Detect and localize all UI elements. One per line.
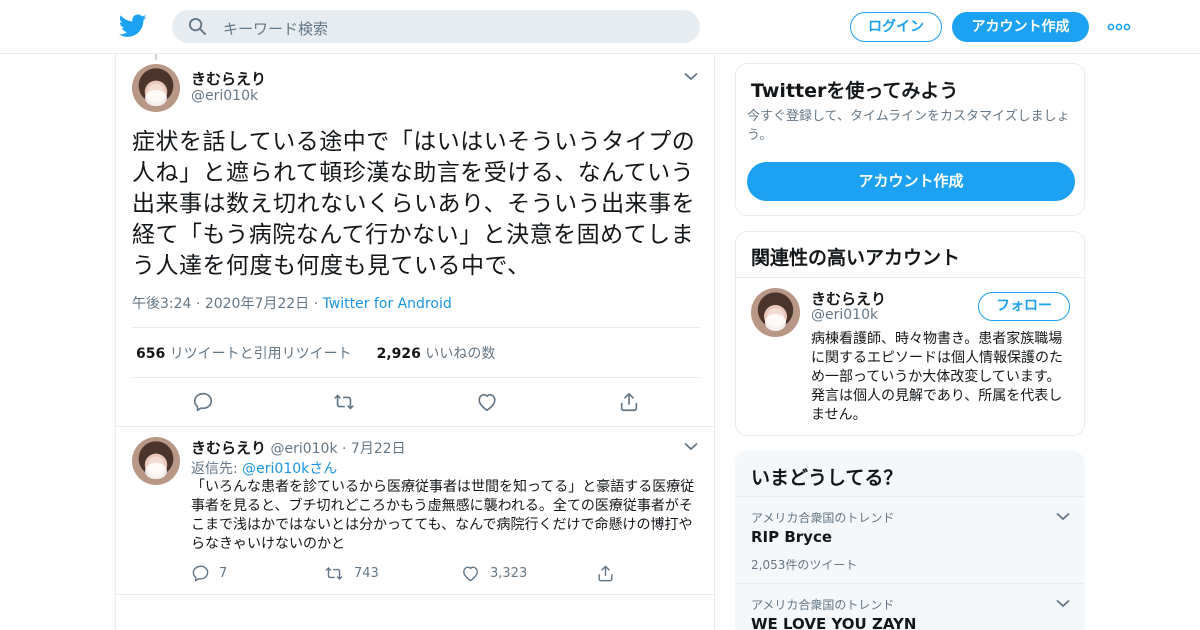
twitter-bird-logo-icon[interactable]: [119, 13, 147, 39]
more-options-icon[interactable]: [1107, 23, 1131, 31]
reply-to-line: 返信先: @eri010kさん: [191, 458, 337, 478]
main-timeline-column: きむらえり @eri010k 症状を話している途中で「はいはいそういうタイプの人…: [115, 54, 715, 630]
chevron-down-icon[interactable]: [1056, 512, 1070, 521]
avatar[interactable]: [132, 64, 180, 112]
signup-card-title: Twitterを使ってみよう: [751, 80, 959, 102]
divider: [116, 594, 714, 595]
reply-header: きむらえり @eri010k · 7月22日: [191, 439, 406, 457]
search-icon: [188, 17, 207, 36]
reply-like-count[interactable]: 3,323: [490, 566, 527, 581]
avatar[interactable]: [132, 437, 180, 485]
trends-card-title: いまどうしてる？: [751, 467, 903, 489]
chevron-down-icon[interactable]: [684, 442, 698, 451]
follow-button[interactable]: フォロー: [978, 292, 1070, 321]
tweet-timestamp: 午後3:24 · 2020年7月22日 · Twitter for Androi…: [132, 296, 452, 312]
signup-card-subtitle: 今すぐ登録して、タイムラインをカスタマイズしましょう。: [747, 109, 1070, 143]
trend-context: アメリカ合衆国のトレンド: [751, 511, 895, 525]
related-account-name[interactable]: きむらえり: [811, 288, 886, 309]
tweet-text: 症状を話している途中で「はいはいそういうタイプの人ね」と遮られて頓珍漢な助言を受…: [132, 129, 696, 279]
login-button[interactable]: ログイン: [850, 12, 942, 42]
divider: [736, 277, 1084, 278]
reply-retweet-count[interactable]: 743: [354, 566, 379, 581]
like-heart-icon[interactable]: [476, 391, 498, 413]
retweet-icon[interactable]: [333, 391, 355, 413]
search-box[interactable]: キーワード検索: [172, 10, 700, 43]
retweet-count[interactable]: 656: [136, 346, 165, 362]
tweet-time[interactable]: 午後3:24: [132, 296, 191, 312]
chevron-down-icon[interactable]: [684, 72, 698, 81]
chevron-down-icon[interactable]: [1056, 599, 1070, 608]
reply-to-handle-link[interactable]: @eri010kさん: [242, 461, 337, 477]
like-count[interactable]: 2,926: [377, 346, 421, 362]
related-account-handle[interactable]: @eri010k: [811, 307, 878, 323]
signup-button[interactable]: アカウント作成: [952, 12, 1089, 42]
reply-to-label: 返信先:: [191, 461, 238, 477]
author-handle[interactable]: @eri010k: [191, 88, 258, 104]
trend-name[interactable]: WE LOVE YOU ZAYN: [751, 615, 916, 630]
share-icon[interactable]: [618, 391, 640, 413]
tweet-source-link[interactable]: Twitter for Android: [323, 296, 452, 312]
author-name[interactable]: きむらえり: [191, 68, 266, 89]
divider: [132, 377, 700, 378]
top-navigation-bar: キーワード検索 ログイン アカウント作成: [0, 0, 1200, 54]
trend-item[interactable]: アメリカ合衆国のトレンド WE LOVE YOU ZAYN: [736, 584, 1084, 630]
reply-icon[interactable]: [192, 391, 214, 413]
reply-count[interactable]: 7: [219, 566, 227, 581]
trend-context: アメリカ合衆国のトレンド: [751, 598, 895, 612]
like-heart-icon[interactable]: [461, 564, 480, 583]
reply-date[interactable]: 7月22日: [351, 441, 406, 457]
tweet-stats: 656 リツイートと引用リツイート 2,926 いいねの数: [136, 343, 495, 363]
avatar[interactable]: [751, 288, 800, 337]
search-placeholder: キーワード検索: [223, 20, 329, 38]
tweet-date[interactable]: 2020年7月22日: [205, 296, 309, 312]
related-card-title: 関連性の高いアカウント: [751, 247, 961, 269]
retweet-stat-label[interactable]: リツイートと引用リツイート: [170, 346, 352, 362]
reply-author-handle[interactable]: @eri010k: [270, 441, 337, 457]
signup-card-button[interactable]: アカウント作成: [747, 162, 1075, 201]
reply-author-name[interactable]: きむらえり: [191, 439, 266, 457]
related-accounts-card: 関連性の高いアカウント きむらえり @eri010k フォロー 病棟看護師、時々…: [735, 231, 1085, 436]
retweet-icon[interactable]: [324, 564, 344, 583]
trend-tweet-count: 2,053件のツイート: [751, 558, 858, 572]
related-account-bio: 病棟看護師、時々物書き。患者家族職場に関するエピソードは個人情報保護のため一部っ…: [811, 331, 1063, 423]
trend-name[interactable]: RIP Bryce: [751, 528, 832, 546]
like-stat-label[interactable]: いいねの数: [425, 346, 495, 362]
trend-item[interactable]: アメリカ合衆国のトレンド RIP Bryce 2,053件のツイート: [736, 497, 1084, 583]
divider: [132, 327, 700, 328]
share-icon[interactable]: [596, 564, 615, 583]
thread-connector-line: [155, 54, 157, 60]
signup-prompt-card: Twitterを使ってみよう 今すぐ登録して、タイムラインをカスタマイズしましょ…: [735, 63, 1085, 216]
reply-icon[interactable]: [191, 564, 210, 583]
reply-text: 「いろんな患者を診ているから医療従事者は世間を知ってる」と豪語する医療従事者を見…: [191, 479, 695, 552]
trends-card: いまどうしてる？ アメリカ合衆国のトレンド RIP Bryce 2,053件のツ…: [735, 451, 1085, 630]
divider: [116, 426, 714, 427]
